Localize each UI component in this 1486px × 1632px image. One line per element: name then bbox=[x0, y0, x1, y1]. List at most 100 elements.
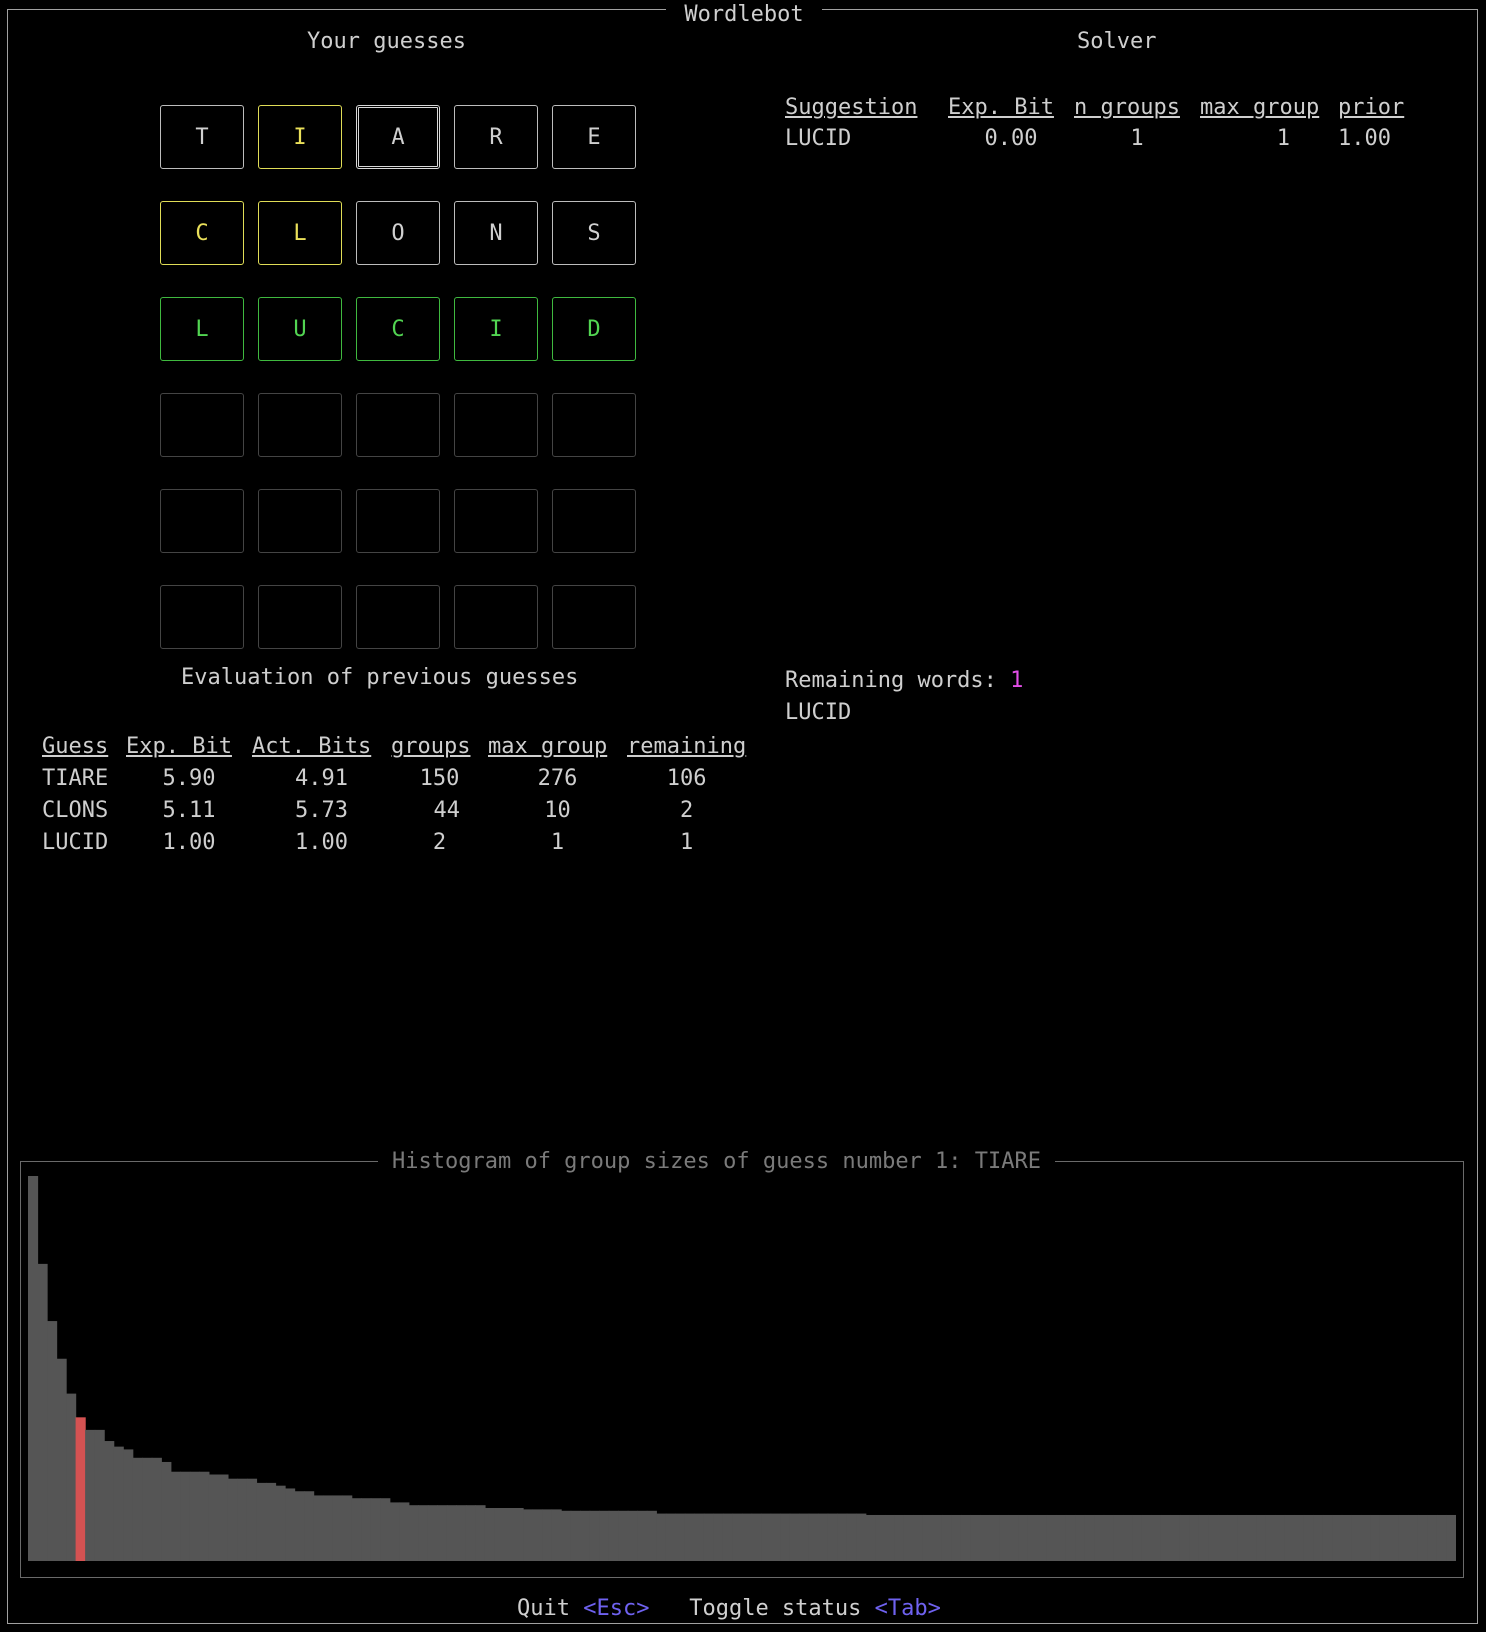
evaluation-table: Guess Exp. Bit Act. Bits groups max grou… bbox=[42, 731, 746, 859]
histogram-bar bbox=[399, 1502, 410, 1561]
letter-tile: U bbox=[258, 297, 342, 361]
histogram-bar bbox=[1389, 1514, 1400, 1561]
empty-tile bbox=[160, 585, 244, 649]
evaluation-row[interactable]: TIARE 5.90 4.91 150 276 106 bbox=[42, 763, 746, 795]
eval-cell-groups: 2 bbox=[432, 830, 447, 855]
histogram-chart bbox=[28, 1176, 1456, 1561]
histogram-bar bbox=[551, 1509, 562, 1561]
histogram-bar bbox=[1446, 1514, 1456, 1561]
eval-cell-exp-bit: 1.00 bbox=[162, 830, 216, 855]
solver-row[interactable]: LUCID 0.00 1 1 1.00 bbox=[785, 123, 1404, 154]
eval-cell-act-bits: 4.91 bbox=[295, 766, 348, 791]
histogram-bar bbox=[1265, 1514, 1276, 1561]
histogram-bar bbox=[427, 1505, 438, 1561]
histogram-bar bbox=[389, 1502, 400, 1561]
histogram-bar bbox=[761, 1513, 772, 1561]
histogram-bar bbox=[894, 1514, 905, 1561]
histogram-bar bbox=[1322, 1514, 1333, 1561]
solver-header-row: Suggestion Exp. Bit n groups max group p… bbox=[785, 92, 1404, 123]
histogram-bar bbox=[932, 1514, 943, 1561]
histogram-bar bbox=[865, 1514, 876, 1561]
histogram-bar bbox=[656, 1513, 667, 1561]
quit-label: Quit bbox=[517, 1596, 570, 1621]
histogram-bar bbox=[484, 1507, 496, 1561]
histogram-bar bbox=[1218, 1514, 1229, 1561]
eval-cell-remaining: 2 bbox=[679, 798, 694, 823]
histogram-bar bbox=[1037, 1514, 1048, 1561]
histogram-title: Histogram of group sizes of guess number… bbox=[378, 1149, 1056, 1175]
histogram-bar bbox=[523, 1509, 534, 1561]
histogram-bar bbox=[475, 1505, 486, 1561]
histogram-bar bbox=[1103, 1514, 1114, 1561]
histogram-bar bbox=[1237, 1514, 1248, 1561]
eval-cell-guess: TIARE bbox=[42, 766, 109, 791]
histogram-bar bbox=[742, 1513, 753, 1561]
remaining-words-count: 1 bbox=[1010, 668, 1024, 693]
histogram-bar bbox=[408, 1505, 419, 1561]
histogram-bar bbox=[56, 1358, 67, 1561]
histogram-bar bbox=[351, 1498, 362, 1561]
empty-tile bbox=[160, 393, 244, 457]
histogram-bar bbox=[1075, 1514, 1086, 1561]
eval-cell-groups: 150 bbox=[419, 766, 460, 791]
histogram-bar bbox=[665, 1513, 676, 1561]
histogram-bar bbox=[94, 1429, 105, 1561]
histogram-bar bbox=[618, 1510, 629, 1561]
histogram-bar bbox=[951, 1514, 962, 1561]
histogram-bar bbox=[1379, 1514, 1390, 1561]
evaluation-header-row: Guess Exp. Bit Act. Bits groups max grou… bbox=[42, 731, 746, 763]
histogram-bar bbox=[1417, 1514, 1429, 1561]
eval-cell-exp-bit: 5.11 bbox=[162, 798, 216, 823]
eval-cell-guess: CLONS bbox=[42, 798, 109, 823]
histogram-bar bbox=[589, 1510, 600, 1561]
histogram-bar bbox=[903, 1514, 914, 1561]
histogram-bar bbox=[1256, 1514, 1267, 1561]
eval-cell-guess: LUCID bbox=[42, 830, 109, 855]
solver-header-n-groups: n groups bbox=[1074, 95, 1180, 120]
footer-keybindings: Quit <Esc> Toggle status <Tab> bbox=[505, 1596, 953, 1622]
histogram-bar bbox=[208, 1474, 219, 1561]
eval-header-exp-bit: Exp. Bit bbox=[126, 734, 232, 759]
evaluation-row[interactable]: CLONS 5.11 5.73 44 10 2 bbox=[42, 795, 746, 827]
quit-key[interactable]: <Esc> bbox=[583, 1596, 649, 1621]
histogram-bar bbox=[627, 1510, 638, 1561]
eval-header-groups: groups bbox=[391, 734, 471, 759]
empty-tile bbox=[356, 393, 440, 457]
histogram-bar bbox=[170, 1471, 181, 1561]
letter-tile: C bbox=[356, 297, 440, 361]
histogram-bar bbox=[846, 1513, 857, 1561]
remaining-words: Remaining words: 1 LUCID bbox=[785, 665, 1023, 729]
solver-header-suggestion: Suggestion bbox=[785, 95, 918, 120]
histogram-bar bbox=[256, 1482, 267, 1561]
empty-tile bbox=[258, 585, 342, 649]
letter-tile: S bbox=[552, 201, 636, 265]
histogram-bar bbox=[161, 1461, 172, 1561]
evaluation-row[interactable]: LUCID 1.00 1.00 2 1 1 bbox=[42, 827, 746, 859]
remaining-words-label: Remaining words: bbox=[785, 668, 997, 693]
histogram-bar bbox=[980, 1514, 991, 1561]
histogram-bar bbox=[1436, 1514, 1448, 1561]
empty-tile bbox=[552, 585, 636, 649]
eval-cell-act-bits: 5.73 bbox=[295, 798, 348, 823]
histogram-bar bbox=[294, 1491, 305, 1561]
histogram-bar bbox=[370, 1498, 381, 1561]
letter-tile: R bbox=[454, 105, 538, 169]
histogram-bar bbox=[504, 1507, 515, 1561]
histogram-bar bbox=[218, 1474, 229, 1561]
letter-tile: O bbox=[356, 201, 440, 265]
histogram-bar bbox=[266, 1482, 277, 1561]
letter-tile: C bbox=[160, 201, 244, 265]
toggle-status-key[interactable]: <Tab> bbox=[875, 1596, 941, 1621]
histogram-bar bbox=[999, 1514, 1010, 1561]
histogram-bar bbox=[1018, 1514, 1029, 1561]
histogram-bar bbox=[694, 1513, 705, 1561]
empty-tile bbox=[552, 393, 636, 457]
histogram-bar bbox=[1179, 1514, 1191, 1561]
histogram-bar bbox=[1398, 1514, 1409, 1561]
histogram-bar bbox=[1132, 1514, 1143, 1561]
histogram-bar bbox=[446, 1505, 457, 1561]
histogram-bar bbox=[884, 1514, 895, 1561]
histogram-bar bbox=[151, 1457, 162, 1561]
histogram-bar bbox=[304, 1491, 315, 1561]
histogram-bar bbox=[1056, 1514, 1067, 1561]
